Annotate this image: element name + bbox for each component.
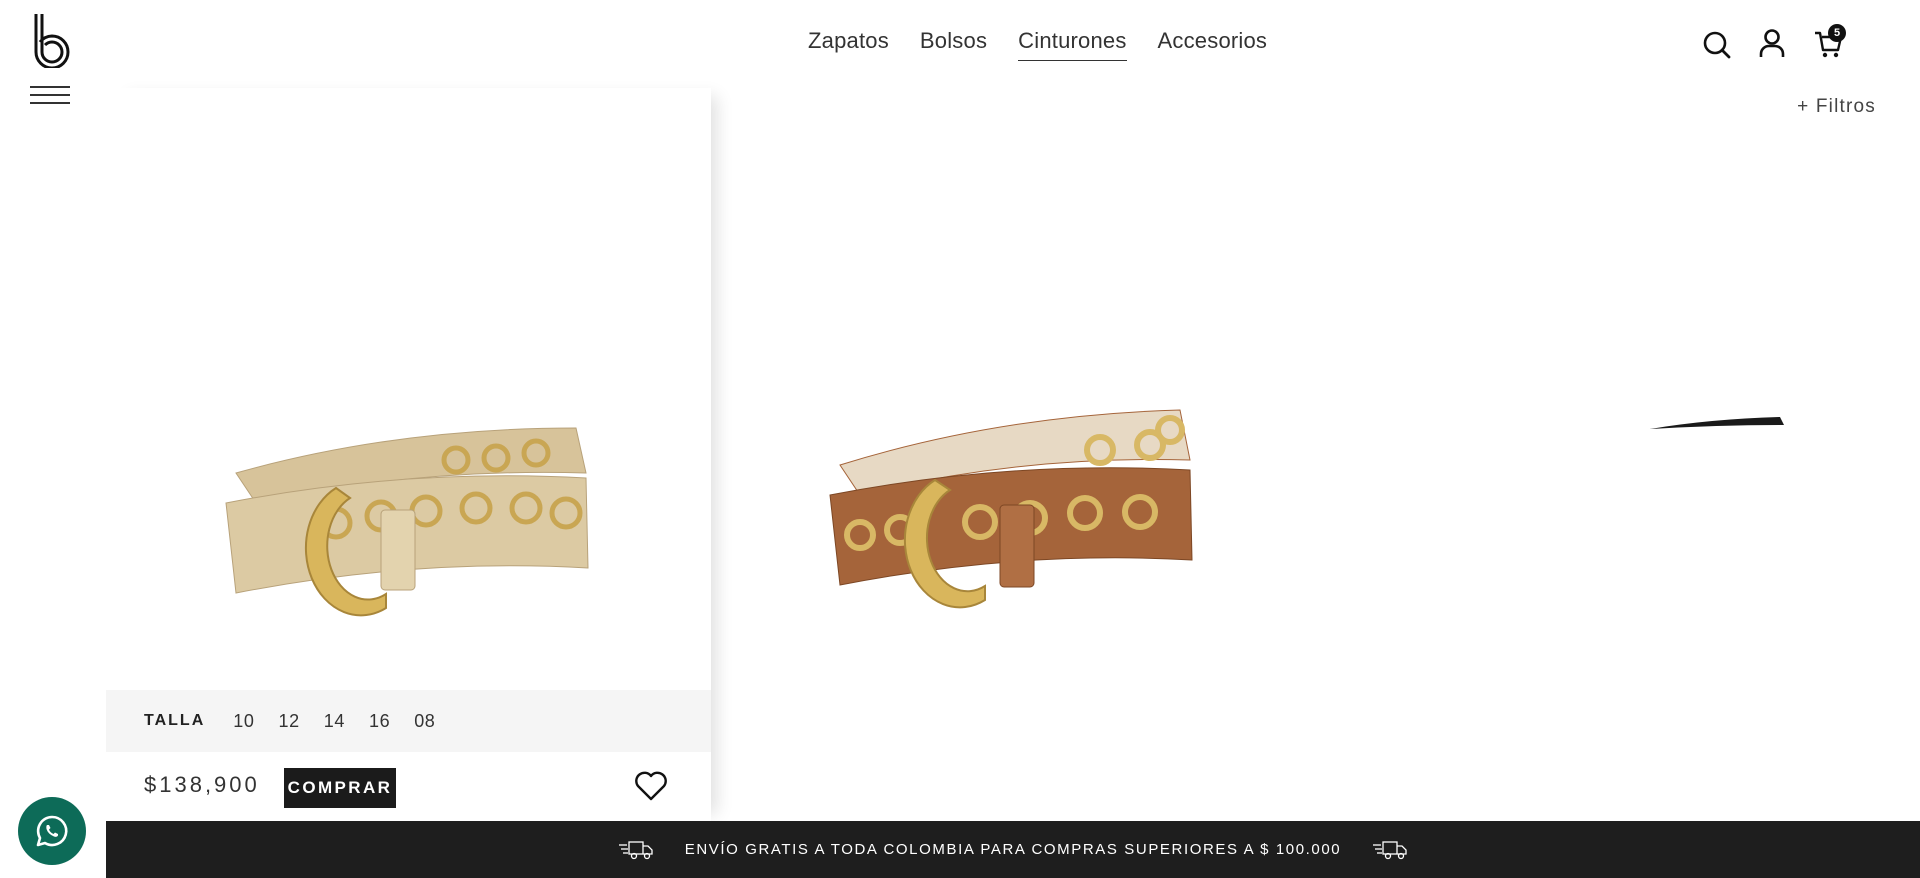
nav-item-cinturones[interactable]: Cinturones xyxy=(1018,28,1127,61)
size-option[interactable]: 08 xyxy=(414,711,435,732)
size-label: TALLA xyxy=(144,712,206,729)
truck-icon xyxy=(1373,840,1407,859)
whatsapp-icon xyxy=(36,815,68,847)
menu-icon[interactable] xyxy=(30,86,70,104)
cart-count-badge: 5 xyxy=(1828,24,1846,42)
product-image-brown-belt[interactable] xyxy=(820,400,1200,620)
shipping-banner: ENVÍO GRATIS A TODA COLOMBIA PARA COMPRA… xyxy=(106,821,1920,878)
user-icon[interactable] xyxy=(1755,24,1789,62)
product-image-gold-belt[interactable] xyxy=(216,418,596,628)
size-selector: TALLA 10 12 14 16 08 xyxy=(106,690,711,752)
header-actions: 5 xyxy=(1700,24,1920,64)
main-nav: Zapatos Bolsos Cinturones Accesorios xyxy=(808,28,1267,61)
filters-toggle[interactable]: + Filtros xyxy=(1797,96,1876,118)
product-price: $138,900 xyxy=(144,772,260,797)
whatsapp-button[interactable] xyxy=(18,797,86,865)
product-card[interactable]: TALLA 10 12 14 16 08 $138,900 COMPRAR xyxy=(106,88,711,822)
shipping-message: ENVÍO GRATIS A TODA COLOMBIA PARA COMPRA… xyxy=(684,841,1342,858)
size-option[interactable]: 10 xyxy=(233,711,254,732)
size-option[interactable]: 16 xyxy=(369,711,390,732)
heart-icon[interactable] xyxy=(634,770,668,802)
nav-item-bolsos[interactable]: Bolsos xyxy=(920,28,987,61)
size-option[interactable]: 12 xyxy=(278,711,299,732)
truck-icon xyxy=(618,840,653,859)
nav-item-zapatos[interactable]: Zapatos xyxy=(808,28,889,61)
size-option[interactable]: 14 xyxy=(324,711,345,732)
buy-button[interactable]: COMPRAR xyxy=(284,768,396,808)
product-image-black-belt[interactable] xyxy=(1650,413,1784,433)
search-icon[interactable] xyxy=(1700,24,1734,62)
nav-item-accesorios[interactable]: Accesorios xyxy=(1158,28,1268,61)
brand-logo[interactable] xyxy=(30,12,72,68)
cart-button[interactable]: 5 xyxy=(1812,24,1846,62)
